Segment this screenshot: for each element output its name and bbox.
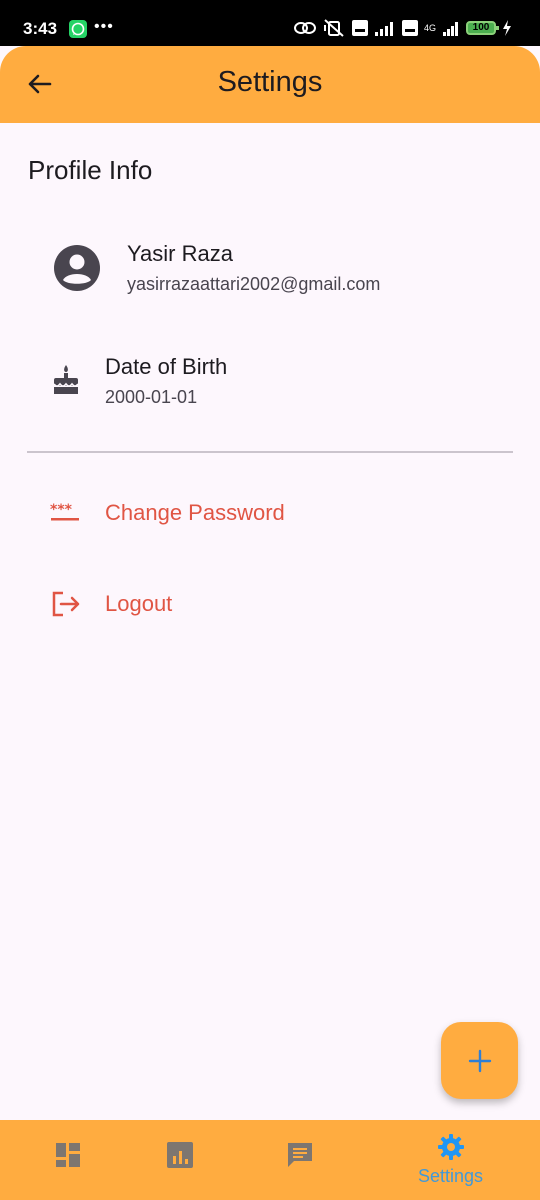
dob-label: Date of Birth	[105, 354, 228, 379]
profile-name: Yasir Raza	[127, 241, 233, 266]
charging-icon	[503, 20, 511, 36]
signal-strength-icon	[374, 22, 393, 36]
network-type: 4G	[423, 23, 436, 33]
nav-item-stats[interactable]	[112, 1120, 247, 1200]
nav-label-settings: Settings	[417, 1166, 484, 1186]
volte-icon	[351, 20, 368, 36]
volte-icon-2	[401, 20, 418, 36]
status-time: 3:43	[23, 19, 58, 38]
page-title: Settings	[217, 66, 323, 98]
svg-text:***: ***	[50, 502, 73, 518]
account-circle-icon	[54, 245, 100, 291]
gear-icon	[437, 1134, 464, 1160]
add-button[interactable]	[441, 1022, 518, 1099]
change-password-label: Change Password	[105, 500, 285, 525]
nav-item-chat[interactable]	[232, 1120, 367, 1200]
signal-strength-icon-2	[443, 22, 458, 36]
cake-icon	[53, 365, 79, 394]
logout-button[interactable]: Logout	[40, 582, 500, 628]
profile-email: yasirrazaattari2002@gmail.com	[127, 274, 381, 294]
bar-chart-icon	[166, 1142, 193, 1168]
dashboard-icon	[55, 1143, 80, 1167]
logout-icon	[52, 591, 80, 617]
nav-item-settings[interactable]: Settings	[383, 1120, 518, 1200]
battery-icon: 100	[466, 21, 499, 35]
dob-value: 2000-01-01	[105, 387, 198, 407]
password-icon: ***	[50, 502, 79, 521]
vibrate-off-icon	[323, 19, 344, 37]
link-icon	[293, 22, 316, 34]
app-bar: Settings	[0, 46, 540, 123]
section-title-profile-info: Profile Info	[28, 155, 153, 185]
logout-label: Logout	[105, 591, 173, 616]
status-icons: 4G 100	[293, 17, 512, 39]
more-notifications-icon: •••	[94, 18, 114, 35]
plus-icon	[468, 1049, 492, 1073]
status-bar: 3:43 ••• 4G 100	[0, 0, 540, 46]
chat-icon	[287, 1143, 312, 1167]
divider	[27, 451, 513, 453]
change-password-button[interactable]: *** Change Password	[40, 490, 500, 536]
whatsapp-icon	[69, 20, 87, 38]
bottom-navigation: Settings	[0, 1120, 540, 1200]
